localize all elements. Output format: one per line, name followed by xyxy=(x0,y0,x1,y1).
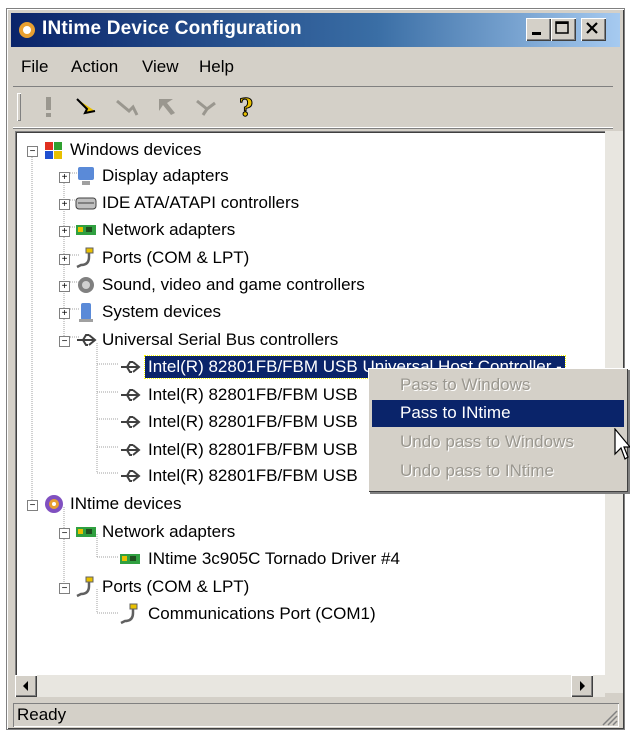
menu-help[interactable]: Help xyxy=(199,57,234,77)
collapse-toggle[interactable]: − xyxy=(59,528,70,539)
app-icon xyxy=(19,22,35,38)
menu-item-label: Pass to Windows xyxy=(400,375,531,394)
speaker-icon xyxy=(78,277,94,293)
network-card-icon xyxy=(120,554,140,564)
minimize-button[interactable] xyxy=(526,18,551,41)
properties-icon[interactable] xyxy=(35,93,63,121)
menu-file[interactable]: File xyxy=(21,57,48,77)
toolbar-grip[interactable] xyxy=(17,93,21,121)
menu-item-label: Undo pass to INtime xyxy=(400,461,555,480)
minimize-icon xyxy=(532,32,541,35)
collapse-toggle[interactable]: − xyxy=(27,500,38,511)
usb-icon xyxy=(121,361,141,373)
menu-item-pass-to-windows[interactable]: Pass to Windows xyxy=(372,372,624,399)
scroll-right-button[interactable] xyxy=(571,675,593,697)
context-menu: Pass to Windows Pass to INtime Undo pass… xyxy=(368,368,628,492)
node-label: Ports (COM & LPT) xyxy=(102,577,250,596)
intime-icon xyxy=(45,495,63,513)
arrow-left-icon xyxy=(23,681,28,691)
usb-icon xyxy=(121,389,141,401)
arrow-right-icon xyxy=(580,681,585,691)
menu-item-label: Undo pass to Windows xyxy=(400,432,574,451)
title-bar[interactable]: INtime Device Configuration xyxy=(11,13,620,47)
node-label: Universal Serial Bus controllers xyxy=(102,330,339,349)
disable-icon[interactable] xyxy=(113,93,141,121)
monitor-icon xyxy=(78,167,94,185)
menu-item-label: Pass to INtime xyxy=(400,403,511,422)
resize-grip-icon[interactable] xyxy=(597,705,619,727)
windows-icon xyxy=(45,142,62,159)
node-label: INtime 3c905C Tornado Driver #4 xyxy=(148,549,400,568)
node-label: Intel(R) 82801FB/FBM USB xyxy=(148,440,358,459)
node-label: System devices xyxy=(102,302,222,321)
collapse-toggle[interactable]: − xyxy=(59,583,70,594)
menu-view[interactable]: View xyxy=(142,57,179,77)
port-connector-icon xyxy=(76,247,94,269)
usb-icon xyxy=(121,470,141,482)
expand-toggle[interactable]: + xyxy=(59,308,70,319)
node-label: INtime devices xyxy=(70,494,182,513)
maximize-button[interactable] xyxy=(551,18,576,41)
node-label: IDE ATA/ATAPI controllers xyxy=(102,193,300,212)
disk-drive-icon xyxy=(75,197,97,210)
expand-toggle[interactable]: + xyxy=(59,172,70,183)
menu-item-undo-pass-to-windows[interactable]: Undo pass to Windows xyxy=(372,429,624,456)
window-title: INtime Device Configuration xyxy=(42,18,302,39)
network-card-icon xyxy=(76,527,96,537)
node-label: Windows devices xyxy=(70,140,202,159)
node-label: Network adapters xyxy=(102,522,236,541)
expand-toggle[interactable]: + xyxy=(59,226,70,237)
node-label: Intel(R) 82801FB/FBM USB xyxy=(148,412,358,431)
node-label: Communications Port (COM1) xyxy=(148,604,376,623)
horizontal-scrollbar[interactable] xyxy=(15,675,605,697)
node-label: Display adapters xyxy=(102,166,229,185)
node-label: Ports (COM & LPT) xyxy=(102,248,250,267)
maximize-icon xyxy=(555,21,569,34)
expand-toggle[interactable]: + xyxy=(59,254,70,265)
node-label: Intel(R) 82801FB/FBM USB xyxy=(148,466,358,485)
expand-toggle[interactable]: + xyxy=(59,199,70,210)
close-icon xyxy=(586,22,598,34)
port-connector-icon xyxy=(76,576,94,598)
status-text: Ready xyxy=(17,705,67,724)
collapse-toggle[interactable]: − xyxy=(27,146,38,157)
usb-icon xyxy=(121,444,141,456)
close-button[interactable] xyxy=(581,18,606,41)
status-bar: Ready xyxy=(13,703,619,727)
node-label: Sound, video and game controllers xyxy=(102,275,365,294)
menu-item-pass-to-intime[interactable]: Pass to INtime xyxy=(372,400,624,427)
mouse-pointer-icon xyxy=(614,428,630,460)
usb-icon xyxy=(121,416,141,428)
enable-icon[interactable] xyxy=(73,93,101,121)
help-icon[interactable]: ? xyxy=(233,93,261,121)
network-card-icon xyxy=(76,225,96,235)
node-label: Intel(R) 82801FB/FBM USB xyxy=(148,385,358,404)
menu-item-undo-pass-to-intime[interactable]: Undo pass to INtime xyxy=(372,458,624,485)
usb-icon xyxy=(77,334,97,346)
svg-text:?: ? xyxy=(239,93,253,121)
back-icon[interactable] xyxy=(153,93,181,121)
computer-icon xyxy=(79,303,93,322)
menu-action[interactable]: Action xyxy=(71,57,118,77)
expand-toggle[interactable]: + xyxy=(59,281,70,292)
forward-icon[interactable] xyxy=(193,93,221,121)
node-label: Network adapters xyxy=(102,220,236,239)
collapse-toggle[interactable]: − xyxy=(59,336,70,347)
port-connector-icon xyxy=(120,603,138,625)
scroll-left-button[interactable] xyxy=(15,675,37,697)
toolbar: ? xyxy=(13,86,613,128)
